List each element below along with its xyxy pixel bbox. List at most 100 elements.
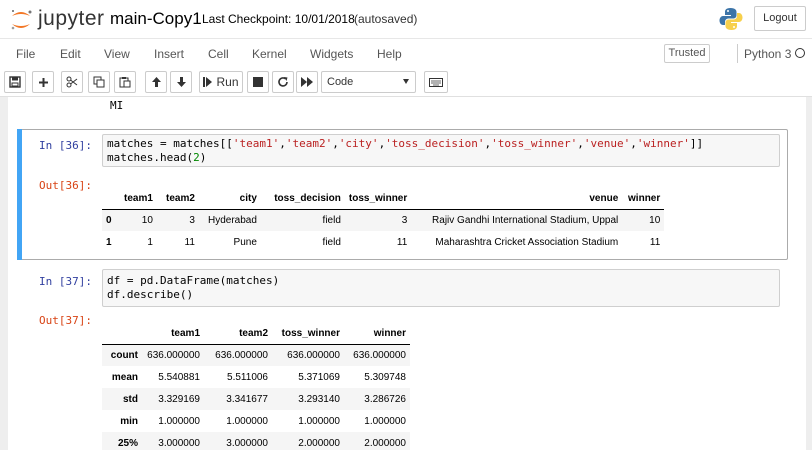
- python-logo-icon: [718, 6, 744, 32]
- table-cell: 3.000000: [226, 437, 268, 449]
- jupyter-logo[interactable]: jupyter: [8, 6, 105, 34]
- table-row: 1 1 11 Pune field 11 Maharashtra Cricket…: [102, 231, 664, 253]
- toolbar: Run Code: [0, 68, 812, 97]
- row-index: 25%: [117, 437, 138, 449]
- command-palette-button[interactable]: [424, 71, 448, 93]
- copy-button[interactable]: [88, 71, 110, 93]
- row-index: std: [123, 393, 138, 405]
- cell-type-value: Code: [327, 76, 354, 88]
- row-index: min: [120, 415, 138, 427]
- kernel-idle-indicator-icon: [795, 48, 805, 58]
- table-cell: Rajiv Gandhi International Stadium, Uppa…: [432, 214, 619, 226]
- table-cell: 3.293140: [298, 393, 340, 405]
- table-cell: 5.511006: [227, 371, 268, 383]
- table-cell: 11: [396, 236, 408, 248]
- menu-edit[interactable]: Edit: [60, 47, 81, 61]
- table-row: std 3.329169 3.341677 3.293140 3.286726: [102, 388, 410, 410]
- table-cell: 5.371069: [298, 371, 340, 383]
- trusted-indicator[interactable]: Trusted: [664, 44, 710, 63]
- table-cell: 636.000000: [353, 349, 406, 361]
- table-cell: 1.000000: [298, 415, 340, 427]
- interrupt-kernel-button[interactable]: [247, 71, 269, 93]
- autosave-status: (autosaved): [354, 12, 418, 26]
- restart-kernel-button[interactable]: [272, 71, 294, 93]
- column-header: team1: [142, 323, 204, 345]
- notebook-page: - MI In [36]: matches = matches[['team1'…: [0, 97, 812, 450]
- input-prompt: In [37]:: [39, 275, 92, 288]
- run-icon: [203, 77, 213, 87]
- menu-kernel[interactable]: Kernel: [252, 47, 287, 61]
- column-header: venue: [411, 188, 623, 210]
- add-cell-icon: [38, 77, 48, 87]
- table-cell: 2.000000: [298, 437, 340, 449]
- table-cell: 11: [649, 236, 661, 248]
- table-cell: 11: [184, 236, 195, 248]
- column-header: winner: [622, 188, 665, 210]
- last-checkpoint: Last Checkpoint: 10/01/2018: [202, 12, 355, 26]
- move-up-button[interactable]: [145, 71, 167, 93]
- notebook-name[interactable]: main-Copy1: [110, 9, 202, 29]
- code-input[interactable]: matches = matches[['team1','team2','city…: [102, 134, 780, 167]
- move-up-icon: [151, 77, 161, 87]
- add-cell-button[interactable]: [32, 71, 54, 93]
- save-button[interactable]: [4, 71, 26, 93]
- row-index: 1: [106, 236, 112, 248]
- paste-icon: [119, 77, 131, 88]
- notebook-header: jupyter main-Copy1 Last Checkpoint: 10/0…: [0, 0, 812, 38]
- table-header-row: team1 team2 city toss_decision toss_winn…: [102, 188, 665, 210]
- copy-icon: [93, 76, 105, 88]
- column-header: team2: [156, 188, 199, 210]
- head-dataframe-table: team1 team2 city toss_decision toss_winn…: [102, 188, 665, 253]
- jupyter-logo-icon: [11, 10, 32, 30]
- logout-button[interactable]: Logout: [754, 6, 806, 31]
- table-cell: field: [322, 214, 341, 226]
- move-down-icon: [176, 77, 186, 87]
- table-cell: 1.000000: [226, 415, 268, 427]
- table-row: mean 5.540881 5.511006 5.371069 5.309748: [102, 366, 410, 388]
- table-cell: 1.000000: [364, 415, 406, 427]
- table-row: min 1.000000 1.000000 1.000000 1.000000: [102, 410, 410, 432]
- input-prompt: In [36]:: [39, 139, 92, 152]
- column-header: [102, 323, 142, 345]
- menu-widgets[interactable]: Widgets: [310, 47, 353, 61]
- restart-run-all-button[interactable]: [296, 71, 318, 93]
- move-down-button[interactable]: [170, 71, 192, 93]
- paste-button[interactable]: [114, 71, 136, 93]
- column-header: team1: [120, 188, 157, 210]
- jupyter-logo-text: jupyter: [38, 7, 105, 30]
- column-header: [102, 188, 120, 210]
- code-input[interactable]: df = pd.DataFrame(matches) df.describe(): [102, 269, 780, 307]
- table-cell: 636.000000: [287, 349, 340, 361]
- table-cell: 636.000000: [215, 349, 268, 361]
- table-cell: 5.540881: [158, 371, 200, 383]
- keyboard-icon: [429, 77, 443, 87]
- notebook-container: - MI In [36]: matches = matches[['team1'…: [8, 97, 806, 450]
- run-button[interactable]: Run: [199, 71, 243, 93]
- row-index: 0: [106, 214, 112, 226]
- table-header-row: team1 team2 toss_winner winner: [102, 323, 410, 345]
- menu-insert[interactable]: Insert: [154, 47, 184, 61]
- kernel-name: Python 3: [744, 47, 792, 61]
- menu-cell[interactable]: Cell: [208, 47, 229, 61]
- menu-help[interactable]: Help: [377, 47, 402, 61]
- cut-button[interactable]: [61, 71, 83, 93]
- row-index: count: [110, 349, 138, 361]
- table-row: 25% 3.000000 3.000000 2.000000 2.000000: [102, 432, 410, 450]
- cell-type-select[interactable]: Code: [321, 71, 416, 93]
- column-header: toss_winner: [344, 188, 412, 210]
- column-header: toss_winner: [272, 323, 344, 345]
- table-cell: Maharashtra Cricket Association Stadium: [435, 236, 619, 248]
- menu-file[interactable]: File: [16, 47, 35, 61]
- code-line: matches.head(2): [107, 151, 207, 164]
- output-prompt: Out[36]:: [39, 179, 92, 192]
- table-cell: 1: [147, 236, 153, 248]
- cut-icon: [66, 76, 78, 88]
- table-row: 0 10 3 Hyderabad field 3 Rajiv Gandhi In…: [102, 209, 665, 231]
- table-cell: 2.000000: [364, 437, 406, 449]
- menu-view[interactable]: View: [104, 47, 130, 61]
- table-cell: 3.329169: [158, 393, 200, 405]
- table-cell: Hyderabad: [207, 214, 257, 226]
- describe-dataframe-table: team1 team2 toss_winner winner count 636…: [102, 323, 410, 450]
- column-header: city: [198, 188, 261, 210]
- table-cell: 10: [141, 214, 153, 226]
